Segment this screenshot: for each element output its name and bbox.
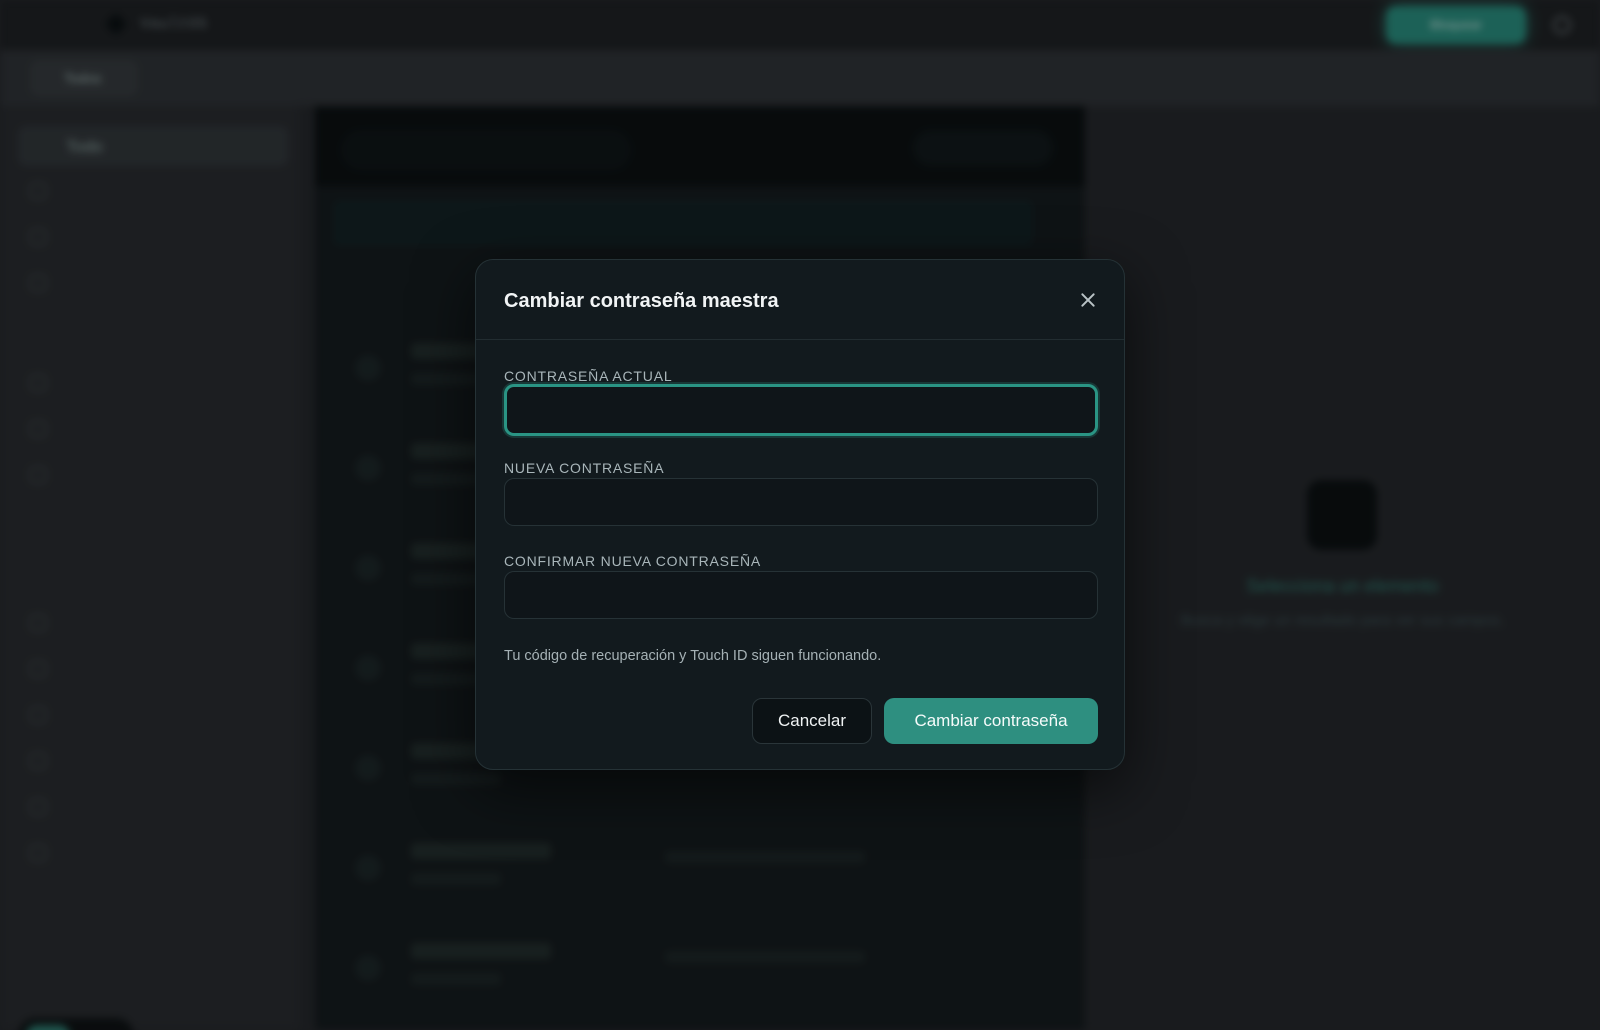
close-icon[interactable]: [1076, 288, 1100, 312]
recovery-hint: Tu código de recuperación y Touch ID sig…: [504, 648, 882, 664]
new-password-field[interactable]: [504, 478, 1098, 526]
change-password-button[interactable]: Cambiar contraseña: [884, 698, 1098, 744]
current-password-field[interactable]: [504, 384, 1098, 436]
confirm-password-field[interactable]: [504, 571, 1098, 619]
dialog-header: Cambiar contraseña maestra: [476, 260, 1124, 340]
confirm-password-label: CONFIRMAR NUEVA CONTRASEÑA: [504, 553, 762, 569]
current-password-label: CONTRASEÑA ACTUAL: [504, 368, 673, 384]
cancel-button[interactable]: Cancelar: [752, 698, 872, 744]
new-password-label: NUEVA CONTRASEÑA: [504, 460, 665, 476]
dialog-title: Cambiar contraseña maestra: [504, 290, 779, 312]
change-master-password-dialog: Cambiar contraseña maestra CONTRASEÑA AC…: [475, 259, 1125, 770]
